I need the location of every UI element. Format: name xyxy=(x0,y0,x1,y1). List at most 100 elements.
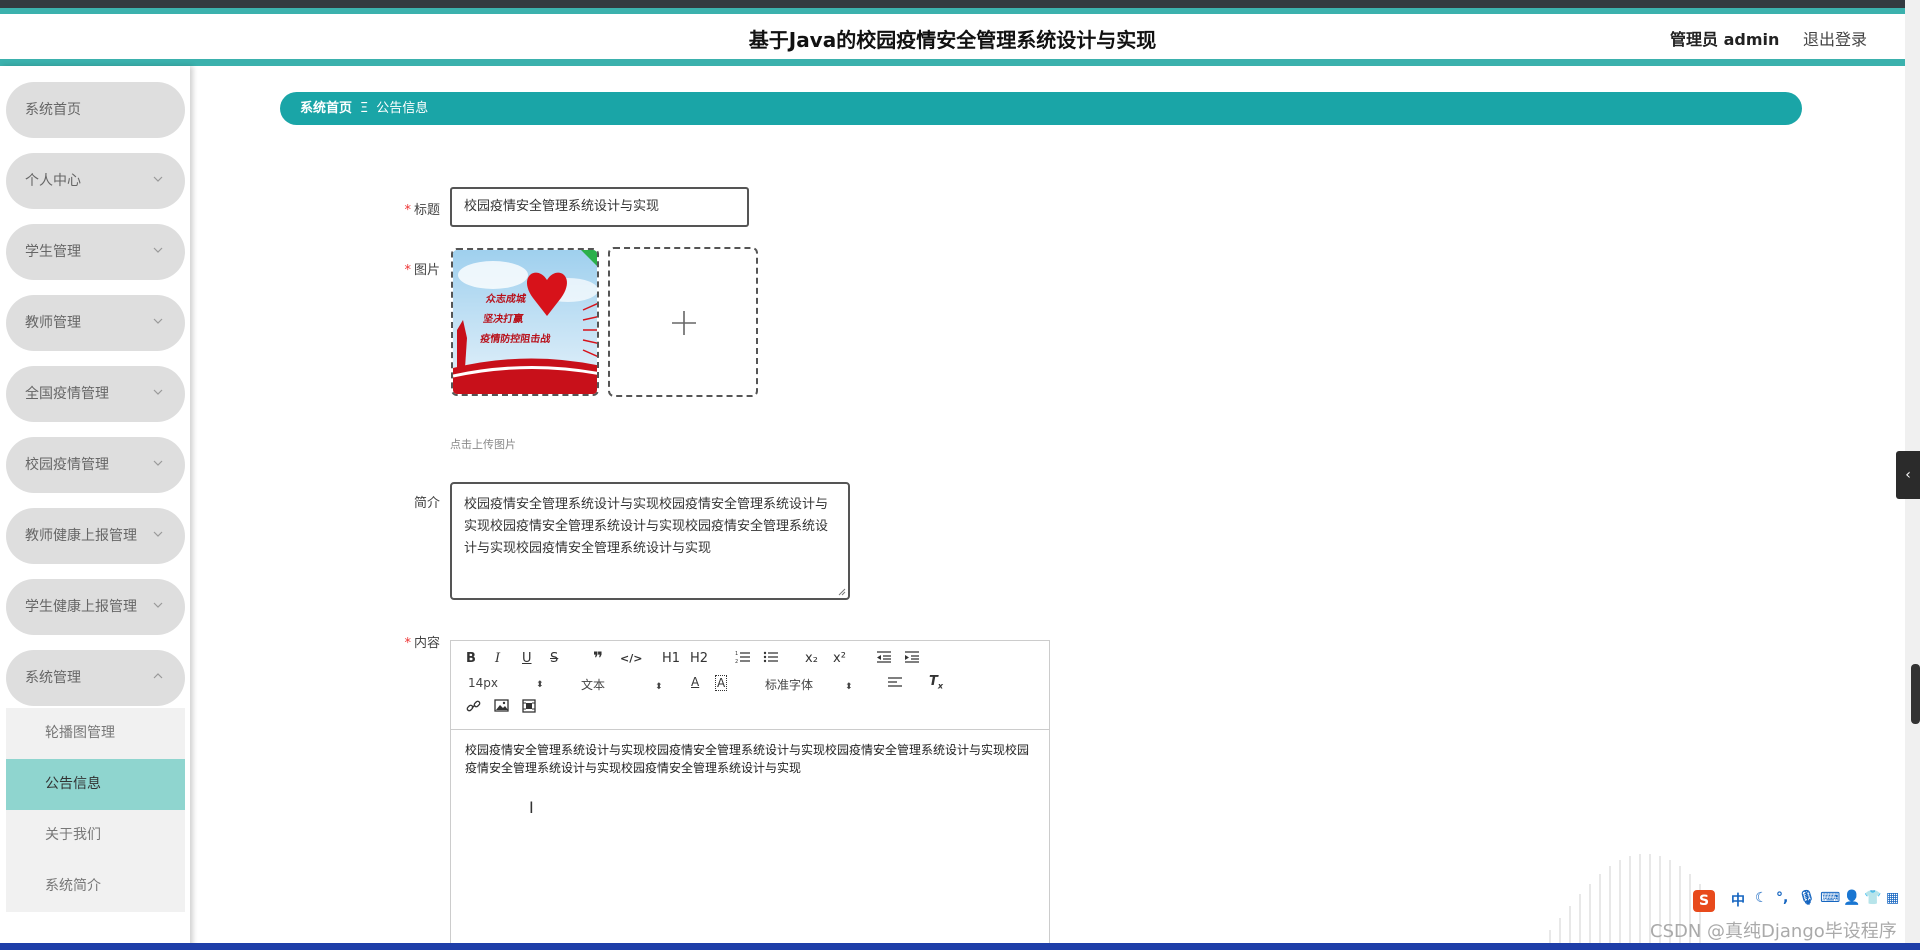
taskbar-edge xyxy=(0,943,1920,950)
sidebar-item-label: 学生健康上报管理 xyxy=(25,599,137,615)
content-field-label: * 内容 xyxy=(360,632,440,651)
microphone-icon[interactable]: 🎙 xyxy=(1798,890,1816,906)
submenu-item-system-intro[interactable]: 系统简介 xyxy=(6,861,185,912)
summary-field-label: 简介 xyxy=(360,492,440,511)
sidebar-item-national-epidemic[interactable]: 全国疫情管理 xyxy=(6,366,185,422)
sidebar-item-label: 系统管理 xyxy=(25,670,81,686)
chevron-up-icon xyxy=(153,650,163,706)
h2-button[interactable]: H2 xyxy=(690,651,708,666)
h1-button[interactable]: H1 xyxy=(662,651,680,666)
editor-toolbar: B I U S ❞ </> H1 H2 12 x₂ x² 14px⬍ 文本⬍ xyxy=(451,641,1049,730)
text-cursor-icon: I xyxy=(529,798,534,817)
font-size-select[interactable]: 14px ⬍ xyxy=(468,676,544,690)
poster-text: 众志成城 坚决打赢 疫情防控阻击战 xyxy=(479,290,557,350)
breadcrumb: 系统首页 Ξ 公告信息 xyxy=(280,92,1802,125)
submenu-item-carousel[interactable]: 轮播图管理 xyxy=(6,708,185,759)
title-input[interactable]: 校园疫情安全管理系统设计与实现 xyxy=(450,187,749,227)
chevron-down-icon xyxy=(153,366,163,422)
page-title: 基于Java的校园疫情安全管理系统设计与实现 xyxy=(748,28,1157,52)
chevron-left-icon: ‹ xyxy=(1905,467,1911,483)
sidebar-item-system[interactable]: 系统管理 xyxy=(6,650,185,706)
header-divider xyxy=(0,59,1905,66)
sidebar-item-label: 系统首页 xyxy=(25,102,81,118)
summary-textarea[interactable]: 校园疫情安全管理系统设计与实现校园疫情安全管理系统设计与实现校园疫情安全管理系统… xyxy=(450,482,850,600)
add-image-button[interactable] xyxy=(608,247,758,397)
indent-icon[interactable] xyxy=(904,650,920,668)
subscript-button[interactable]: x₂ xyxy=(805,651,818,666)
title-field-label: * 标题 xyxy=(360,199,440,218)
poster-line-2: 坚决打赢 xyxy=(482,314,524,325)
text-type-select[interactable]: 文本 ⬍ xyxy=(581,676,663,693)
current-user: 管理员 admin xyxy=(1670,30,1780,49)
poster-line-3: 疫情防控阻击战 xyxy=(479,334,552,345)
submenu-item-about-us[interactable]: 关于我们 xyxy=(6,810,185,861)
bold-icon[interactable]: B xyxy=(466,651,476,666)
header: 基于Java的校园疫情安全管理系统设计与实现 管理员 admin 退出登录 xyxy=(0,14,1905,59)
moon-icon[interactable]: ☾ xyxy=(1755,890,1768,906)
outdent-icon[interactable] xyxy=(876,650,892,668)
clear-format-icon[interactable]: Tx xyxy=(929,674,943,691)
sidebar-item-label: 教师管理 xyxy=(25,315,81,331)
chevron-down-icon xyxy=(153,579,163,635)
font-size-value: 14px xyxy=(468,676,498,690)
chevron-down-icon xyxy=(153,508,163,564)
superscript-button[interactable]: x² xyxy=(833,651,846,666)
ime-mode[interactable]: 中 xyxy=(1731,890,1745,910)
sidebar-item-teachers[interactable]: 教师管理 xyxy=(6,295,185,351)
sogou-logo-icon[interactable]: S xyxy=(1693,890,1715,912)
sidebar-item-teacher-health[interactable]: 教师健康上报管理 xyxy=(6,508,185,564)
sidebar-item-students[interactable]: 学生管理 xyxy=(6,224,185,280)
sidebar-item-label: 校园疫情管理 xyxy=(25,457,109,473)
top-stripe xyxy=(0,0,1920,8)
bullet-list-icon[interactable] xyxy=(763,650,779,668)
blockquote-icon[interactable]: ❞ xyxy=(593,649,603,669)
sidebar-item-personal-center[interactable]: 个人中心 xyxy=(6,153,185,209)
breadcrumb-current: 公告信息 xyxy=(376,101,429,116)
system-submenu: 轮播图管理 公告信息 关于我们 系统简介 xyxy=(6,708,185,912)
required-mark: * xyxy=(404,203,411,218)
font-color-icon[interactable]: A xyxy=(691,675,699,689)
background-color-icon[interactable]: A xyxy=(715,675,728,691)
scrollbar-thumb[interactable] xyxy=(1911,664,1920,724)
image-field-label: * 图片 xyxy=(360,259,440,278)
punctuation-icon[interactable]: °, xyxy=(1776,890,1788,906)
uploaded-image-thumbnail[interactable]: 众志成城 坚决打赢 疫情防控阻击战 xyxy=(451,248,599,396)
resize-grip-icon[interactable] xyxy=(838,588,846,596)
chevron-down-icon xyxy=(153,295,163,351)
breadcrumb-separator: Ξ xyxy=(360,101,369,116)
image-label-text: 图片 xyxy=(413,263,440,278)
shirt-icon[interactable]: 👕 xyxy=(1864,890,1881,906)
align-icon[interactable] xyxy=(887,675,903,693)
editor-content[interactable]: 校园疫情安全管理系统设计与实现校园疫情安全管理系统设计与实现校园疫情安全管理系统… xyxy=(465,741,1040,777)
grid-icon[interactable]: ▦ xyxy=(1886,890,1899,906)
svg-text:1: 1 xyxy=(735,651,738,657)
link-icon[interactable] xyxy=(466,699,481,717)
italic-icon[interactable]: I xyxy=(495,651,500,666)
breadcrumb-home[interactable]: 系统首页 xyxy=(300,101,352,116)
sidebar-item-campus-epidemic[interactable]: 校园疫情管理 xyxy=(6,437,185,493)
sidebar-item-student-health[interactable]: 学生健康上报管理 xyxy=(6,579,185,635)
strikethrough-icon[interactable]: S xyxy=(550,651,558,666)
collapse-panel-button[interactable]: ‹ xyxy=(1896,451,1920,499)
required-mark: * xyxy=(404,263,411,278)
code-block-icon[interactable]: </> xyxy=(620,652,642,665)
sidebar-item-home[interactable]: 系统首页 xyxy=(6,82,185,138)
underline-icon[interactable]: U xyxy=(522,651,532,666)
keyboard-icon[interactable]: ⌨ xyxy=(1820,890,1840,906)
ordered-list-icon[interactable]: 12 xyxy=(735,650,751,668)
submenu-item-announcements[interactable]: 公告信息 xyxy=(6,759,185,810)
sidebar-item-label: 教师健康上报管理 xyxy=(25,528,137,544)
required-mark: * xyxy=(404,636,411,651)
sidebar: 系统首页 个人中心 学生管理 教师管理 全国疫情管理 校园疫情管理 教师健康上报… xyxy=(0,66,190,950)
chevron-down-icon xyxy=(153,224,163,280)
logout-link[interactable]: 退出登录 xyxy=(1803,26,1867,50)
font-family-select[interactable]: 标准字体 ⬍ xyxy=(765,676,853,693)
sidebar-item-label: 学生管理 xyxy=(25,244,81,260)
user-icon[interactable]: 👤 xyxy=(1843,890,1860,906)
page: 基于Java的校园疫情安全管理系统设计与实现 管理员 admin 退出登录 系统… xyxy=(0,0,1920,950)
poster-line-1: 众志成城 xyxy=(485,294,527,305)
image-insert-icon[interactable] xyxy=(494,699,509,716)
video-insert-icon[interactable] xyxy=(522,699,536,717)
upload-hint: 点击上传图片 xyxy=(450,438,516,451)
select-arrows-icon: ⬍ xyxy=(655,682,663,692)
